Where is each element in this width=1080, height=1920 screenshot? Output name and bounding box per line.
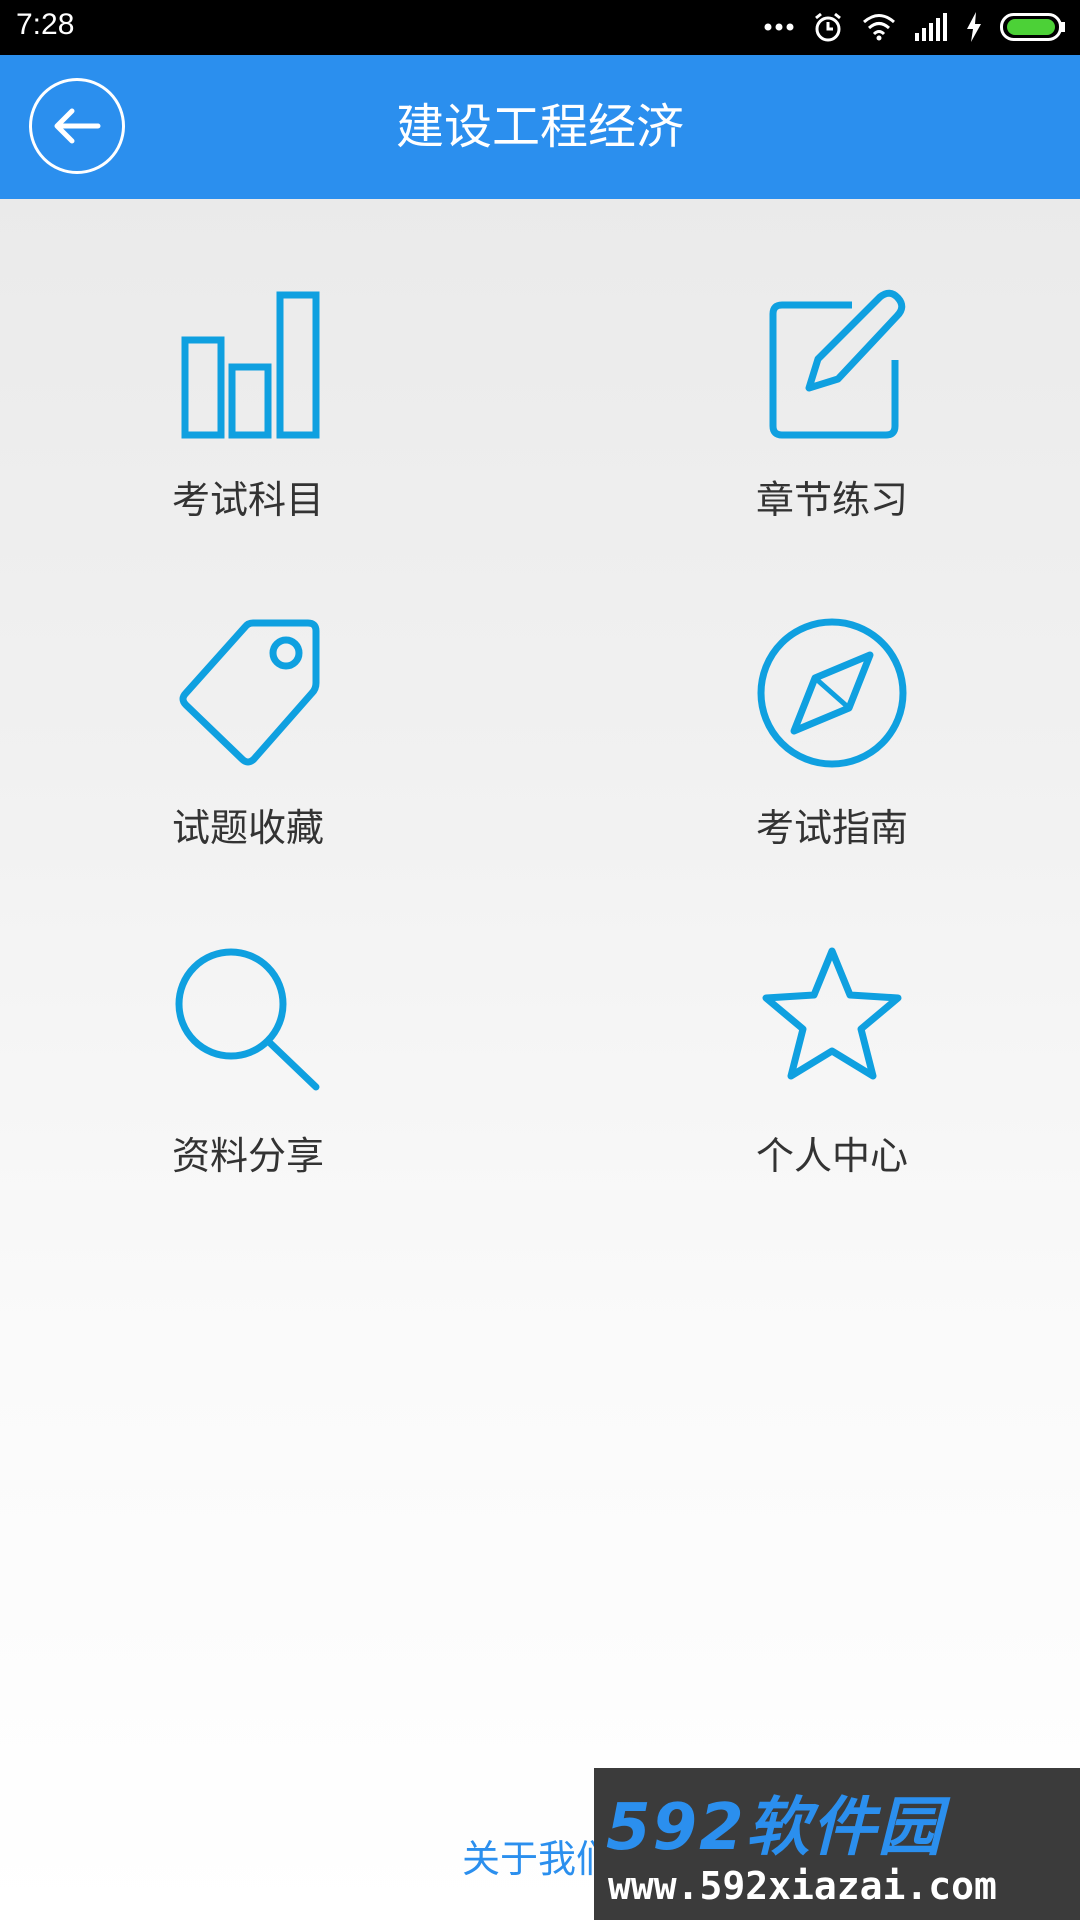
status-icons <box>764 10 1066 44</box>
about-us-link[interactable]: 关于我们 <box>462 1828 614 1883</box>
watermark-url: www.592xiazai.com <box>608 1864 997 1908</box>
status-time: 7:28 <box>16 8 75 41</box>
menu-item-exam-subjects[interactable]: 考试科目 <box>98 285 398 524</box>
watermark-brand: 592软件园 <box>606 1791 944 1865</box>
search-icon <box>175 948 320 1091</box>
more-dots-icon <box>764 23 794 31</box>
app-bar: 建设工程经济 <box>0 55 1080 199</box>
watermark: 592软件园 www.592xiazai.com <box>594 1768 1080 1920</box>
page-title: 建设工程经济 <box>395 99 684 155</box>
signal-icon <box>915 13 947 41</box>
menu-label: 考试指南 <box>755 806 908 850</box>
back-button[interactable] <box>29 78 125 174</box>
menu-label: 考试科目 <box>171 478 324 522</box>
wifi-icon <box>863 14 895 41</box>
menu-label: 章节练习 <box>755 478 908 522</box>
menu-item-exam-guide[interactable]: 考试指南 <box>682 613 982 852</box>
star-icon <box>762 947 902 1080</box>
compass-icon <box>757 618 907 768</box>
menu-item-resource-sharing[interactable]: 资料分享 <box>98 941 398 1180</box>
status-bar: 7:28 <box>0 0 1080 55</box>
menu-item-personal-center[interactable]: 个人中心 <box>682 941 982 1180</box>
menu-label: 试题收藏 <box>171 806 324 850</box>
alarm-icon <box>815 12 841 42</box>
battery-icon <box>1000 13 1065 41</box>
tag-icon <box>179 619 320 766</box>
menu-item-question-favorites[interactable]: 试题收藏 <box>98 613 398 852</box>
edit-icon <box>769 289 906 439</box>
menu-label: 资料分享 <box>171 1134 324 1178</box>
charging-icon <box>967 12 981 42</box>
bar-chart-icon <box>181 291 320 439</box>
arrow-left-icon <box>54 108 101 144</box>
menu-item-chapter-practice[interactable]: 章节练习 <box>682 285 982 524</box>
menu-label: 个人中心 <box>755 1134 908 1178</box>
